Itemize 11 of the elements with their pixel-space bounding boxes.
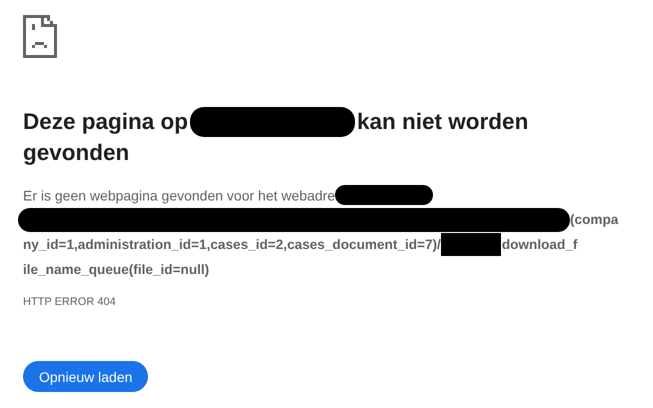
heading-text: Deze pagina op: [23, 109, 188, 134]
url-text: ny_id=1,administration_id=1,cases_id=2,cases_document_id=7)/: [23, 237, 441, 252]
url-text: (compa: [570, 212, 618, 228]
error-code: HTTP ERROR 404: [23, 296, 117, 308]
message-text: Er is geen webpagina gevonden voor het webadre: [23, 187, 336, 204]
sad-page-icon: [23, 15, 57, 58]
heading-text: kan niet worden: [357, 109, 528, 134]
heading-text: gevonden: [23, 140, 130, 166]
reload-button[interactable]: Opnieuw laden: [23, 361, 148, 392]
url-text: download_f: [502, 237, 578, 252]
url-text: ile_name_queue(file_id=null): [23, 262, 210, 278]
